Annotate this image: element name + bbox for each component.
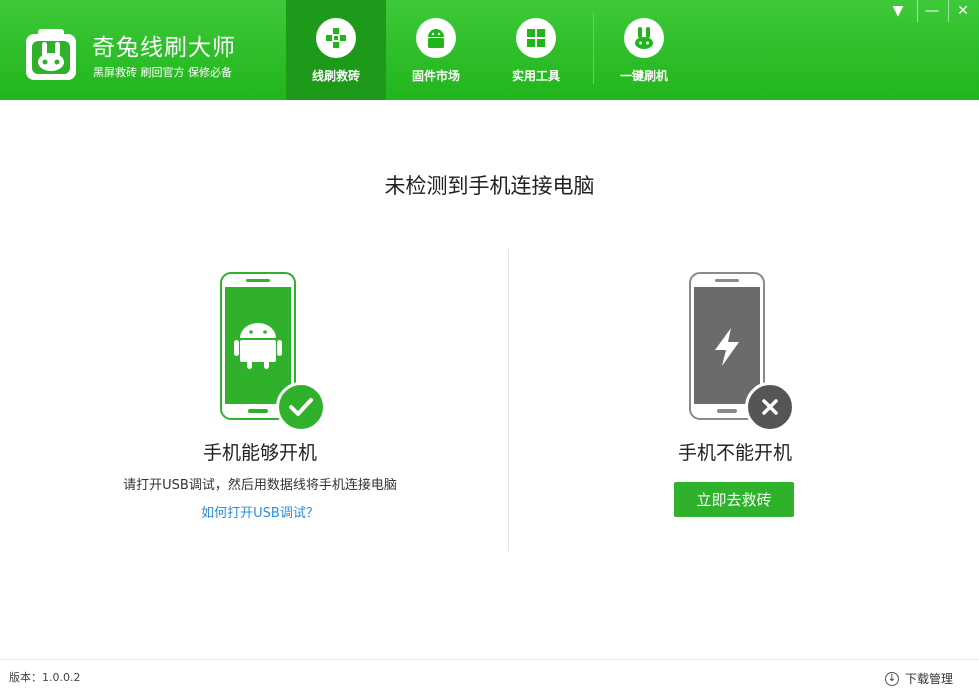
tab-label: 固件市场 [411, 69, 460, 83]
brand-subtitle: 黑屏救砖 刷回官方 保修必备 [93, 66, 232, 79]
grid-icon [516, 18, 556, 58]
tab-label: 一键刷机 [619, 69, 668, 83]
tab-flash-rescue[interactable]: 线刷救砖 [286, 0, 386, 100]
brand-title: 奇兔线刷大师 [92, 35, 236, 61]
tab-label: 线刷救砖 [311, 69, 360, 83]
status-bar: 版本：1.0.0.2 ↓ 下载管理 [0, 659, 979, 700]
logo [24, 28, 78, 82]
download-manager-button[interactable]: ↓ 下载管理 [884, 670, 953, 687]
main-nav: 线刷救砖 固件市场 实用工具 一键刷机 [286, 0, 694, 100]
how-to-enable-usb-debug-link[interactable]: 如何打开USB调试？ [40, 502, 480, 521]
check-badge-icon [276, 382, 326, 432]
rabbit-icon [624, 18, 664, 58]
nav-divider [593, 12, 594, 84]
top-bar: 奇兔线刷大师 黑屏救砖 刷回官方 保修必备 线刷救砖 固件市场 实用工具 一键刷… [0, 0, 979, 100]
usb-debug-instruction: 请打开USB调试，然后用数据线将手机连接电脑 [123, 478, 397, 493]
plus-cross-icon [316, 18, 356, 58]
phone-on-caption: 手机能够开机 [202, 442, 317, 464]
android-icon [416, 18, 456, 58]
version-label: 版本：1.0.0.2 [9, 671, 81, 684]
minimize-button[interactable]: — [917, 0, 946, 22]
cross-badge-icon [745, 382, 795, 432]
tab-label: 实用工具 [511, 69, 560, 83]
menu-dropdown-button[interactable]: ▼ [884, 0, 912, 22]
download-manager-label: 下载管理 [904, 672, 953, 686]
download-icon: ↓ [884, 671, 899, 686]
tab-utility-tools[interactable]: 实用工具 [486, 0, 586, 100]
phone-off-caption: 手机不能开机 [677, 442, 792, 464]
tab-firmware-market[interactable]: 固件市场 [386, 0, 486, 100]
close-button[interactable]: ✕ [948, 0, 977, 22]
section-divider [508, 249, 509, 551]
tab-one-click-flash[interactable]: 一键刷机 [594, 0, 694, 100]
rescue-now-button[interactable]: 立即去救砖 [674, 482, 794, 517]
page-title: 未检测到手机连接电脑 [384, 174, 595, 198]
